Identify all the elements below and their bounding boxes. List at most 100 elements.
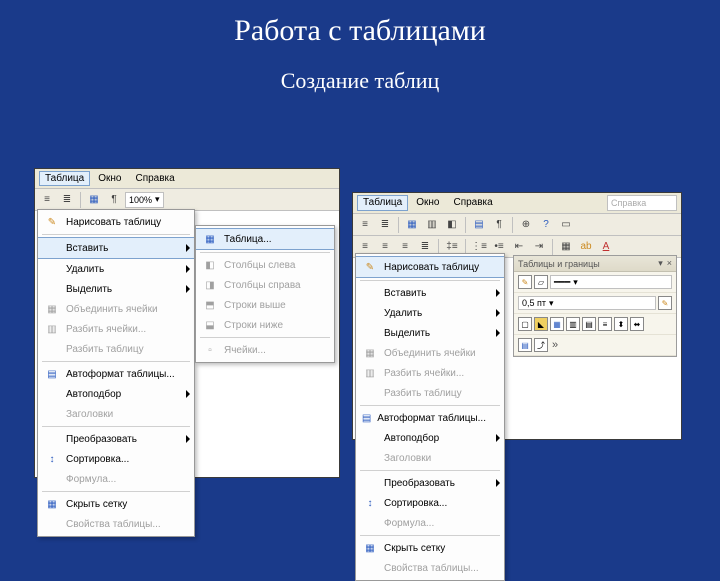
menu-split-cells: ▥Разбить ячейки... [356, 363, 504, 383]
border-outside-icon[interactable]: ▢ [518, 317, 532, 331]
zoom-in-icon[interactable]: ⊕ [517, 216, 535, 234]
menu-delete[interactable]: Удалить [356, 303, 504, 323]
submenu-arrow-icon [496, 329, 500, 337]
menu-select[interactable]: Выделить [356, 323, 504, 343]
read-icon[interactable]: ▭ [557, 216, 575, 234]
submenu-cells: ▫Ячейки... [196, 340, 334, 360]
merge-icon: ▦ [360, 346, 380, 360]
more-icon[interactable]: » [550, 339, 560, 351]
text-direction-icon[interactable]: ⤴ [534, 338, 548, 352]
menu-convert[interactable]: Преобразовать [38, 429, 194, 449]
eraser-icon[interactable]: ▱ [534, 275, 548, 289]
menu-convert[interactable]: Преобразовать [356, 473, 504, 493]
menu-window[interactable]: Окно [410, 195, 445, 211]
autoformat-icon[interactable]: ▤ [518, 338, 532, 352]
panel-titlebar[interactable]: Таблицы и границы ▾ × [514, 256, 676, 272]
table-icon: ▦ [200, 232, 220, 246]
highlight-icon[interactable]: ab [577, 238, 595, 256]
rows-above-icon: ⬒ [200, 298, 220, 312]
dist-rows-icon[interactable]: ⬍ [614, 317, 628, 331]
submenu-arrow-icon [496, 289, 500, 297]
pencil-icon: ✎ [360, 260, 380, 274]
align-left-icon[interactable]: ≡ [38, 191, 56, 209]
chevron-down-icon: ▾ [549, 298, 554, 309]
pilcrow-icon[interactable]: ¶ [105, 191, 123, 209]
menu-split-table: Разбить таблицу [38, 339, 194, 359]
help-search-field[interactable]: Справка [607, 195, 677, 211]
submenu-arrow-icon [186, 435, 190, 443]
panel-title-text: Таблицы и границы [518, 259, 600, 269]
menu-table[interactable]: Таблица [357, 195, 408, 211]
menu-help[interactable]: Справка [129, 171, 180, 186]
autoformat-icon: ▤ [42, 367, 62, 381]
menu-sort[interactable]: ↕Сортировка... [38, 449, 194, 469]
pencil-icon[interactable]: ✎ [518, 275, 532, 289]
fill-color-icon[interactable]: ◣ [534, 317, 548, 331]
outdent-icon[interactable]: ⇤ [510, 238, 528, 256]
chevron-down-icon: ▾ [155, 194, 160, 205]
split-icon: ▥ [42, 322, 62, 336]
menu-autoformat[interactable]: ▤Автоформат таблицы... [38, 364, 194, 384]
chevron-down-icon: ▾ [573, 277, 578, 288]
align-top-icon[interactable]: ≡ [598, 317, 612, 331]
menubar: Таблица Окно Справка [35, 169, 339, 189]
menu-window[interactable]: Окно [92, 171, 127, 186]
pilcrow-icon[interactable]: ¶ [490, 216, 508, 234]
menu-delete[interactable]: Удалить [38, 259, 194, 279]
menu-merge-cells: ▦Объединить ячейки [356, 343, 504, 363]
menu-insert[interactable]: Вставить [38, 237, 194, 259]
font-color-icon[interactable]: A [597, 238, 615, 256]
split-cells-icon[interactable]: ▤ [582, 317, 596, 331]
submenu-arrow-icon [496, 309, 500, 317]
columns-icon[interactable]: ▥ [423, 216, 441, 234]
submenu-rows-above: ⬒Строки выше [196, 295, 334, 315]
drawing-icon[interactable]: ◧ [443, 216, 461, 234]
menu-autofit[interactable]: Автоподбор [38, 384, 194, 404]
zoom-field[interactable]: 100%▾ [125, 192, 164, 208]
indent-icon[interactable]: ⇥ [530, 238, 548, 256]
submenu-arrow-icon [186, 390, 190, 398]
insert-table-icon[interactable]: ▦ [550, 317, 564, 331]
menu-split-table: Разбить таблицу [356, 383, 504, 403]
align-left-icon[interactable]: ≡ [356, 216, 374, 234]
table-icon[interactable]: ▦ [85, 191, 103, 209]
menu-split-cells: ▥Разбить ячейки... [38, 319, 194, 339]
line-weight-field[interactable]: 0,5 пт ▾ [518, 296, 656, 310]
menu-draw-table[interactable]: ✎Нарисовать таблицу [38, 212, 194, 232]
submenu-rows-below: ⬓Строки ниже [196, 315, 334, 335]
grid-icon: ▦ [42, 497, 62, 511]
menu-draw-table[interactable]: ✎Нарисовать таблицу [356, 256, 504, 278]
tables-borders-panel[interactable]: Таблицы и границы ▾ × ✎ ▱ ━━━ ▾ 0,5 пт ▾… [513, 255, 677, 357]
menu-dropdown-table: ✎Нарисовать таблицу Вставить Удалить Выд… [355, 253, 505, 581]
menu-table-props: Свойства таблицы... [38, 514, 194, 534]
close-icon[interactable]: × [667, 258, 672, 269]
table-icon[interactable]: ▦ [403, 216, 421, 234]
pen-color-icon[interactable]: ✎ [658, 296, 672, 310]
rows-below-icon: ⬓ [200, 318, 220, 332]
sort-icon: ↕ [42, 452, 62, 466]
line-style-field[interactable]: ━━━ ▾ [550, 275, 672, 289]
align-dist-icon[interactable]: ≣ [58, 191, 76, 209]
menu-dropdown-table: ✎Нарисовать таблицу Вставить Удалить Выд… [37, 209, 195, 537]
menu-hide-grid[interactable]: ▦Скрыть сетку [38, 494, 194, 514]
menu-formula: Формула... [356, 513, 504, 533]
merge-cells-icon[interactable]: ▥ [566, 317, 580, 331]
menu-help[interactable]: Справка [447, 195, 498, 211]
menu-hide-grid[interactable]: ▦Скрыть сетку [356, 538, 504, 558]
menu-autofit[interactable]: Автоподбор [356, 428, 504, 448]
menu-insert[interactable]: Вставить [356, 283, 504, 303]
submenu-table[interactable]: ▦Таблица... [196, 228, 334, 250]
submenu-cols-left: ◧Столбцы слева [196, 255, 334, 275]
help-icon[interactable]: ? [537, 216, 555, 234]
menu-sort[interactable]: ↕Сортировка... [356, 493, 504, 513]
align-dist-icon[interactable]: ≣ [376, 216, 394, 234]
dist-cols-icon[interactable]: ⬌ [630, 317, 644, 331]
borders-icon[interactable]: ▦ [557, 238, 575, 256]
menu-autoformat[interactable]: ▤Автоформат таблицы... [356, 408, 504, 428]
toolbar-formatting: ≡ ≣ ▦ ¶ 100%▾ [35, 189, 339, 211]
menu-select[interactable]: Выделить [38, 279, 194, 299]
panel-row-border: ▢ ◣ ▦ ▥ ▤ ≡ ⬍ ⬌ [514, 314, 676, 335]
doc-map-icon[interactable]: ▤ [470, 216, 488, 234]
chevron-down-icon[interactable]: ▾ [658, 258, 663, 269]
menu-table[interactable]: Таблица [39, 171, 90, 186]
